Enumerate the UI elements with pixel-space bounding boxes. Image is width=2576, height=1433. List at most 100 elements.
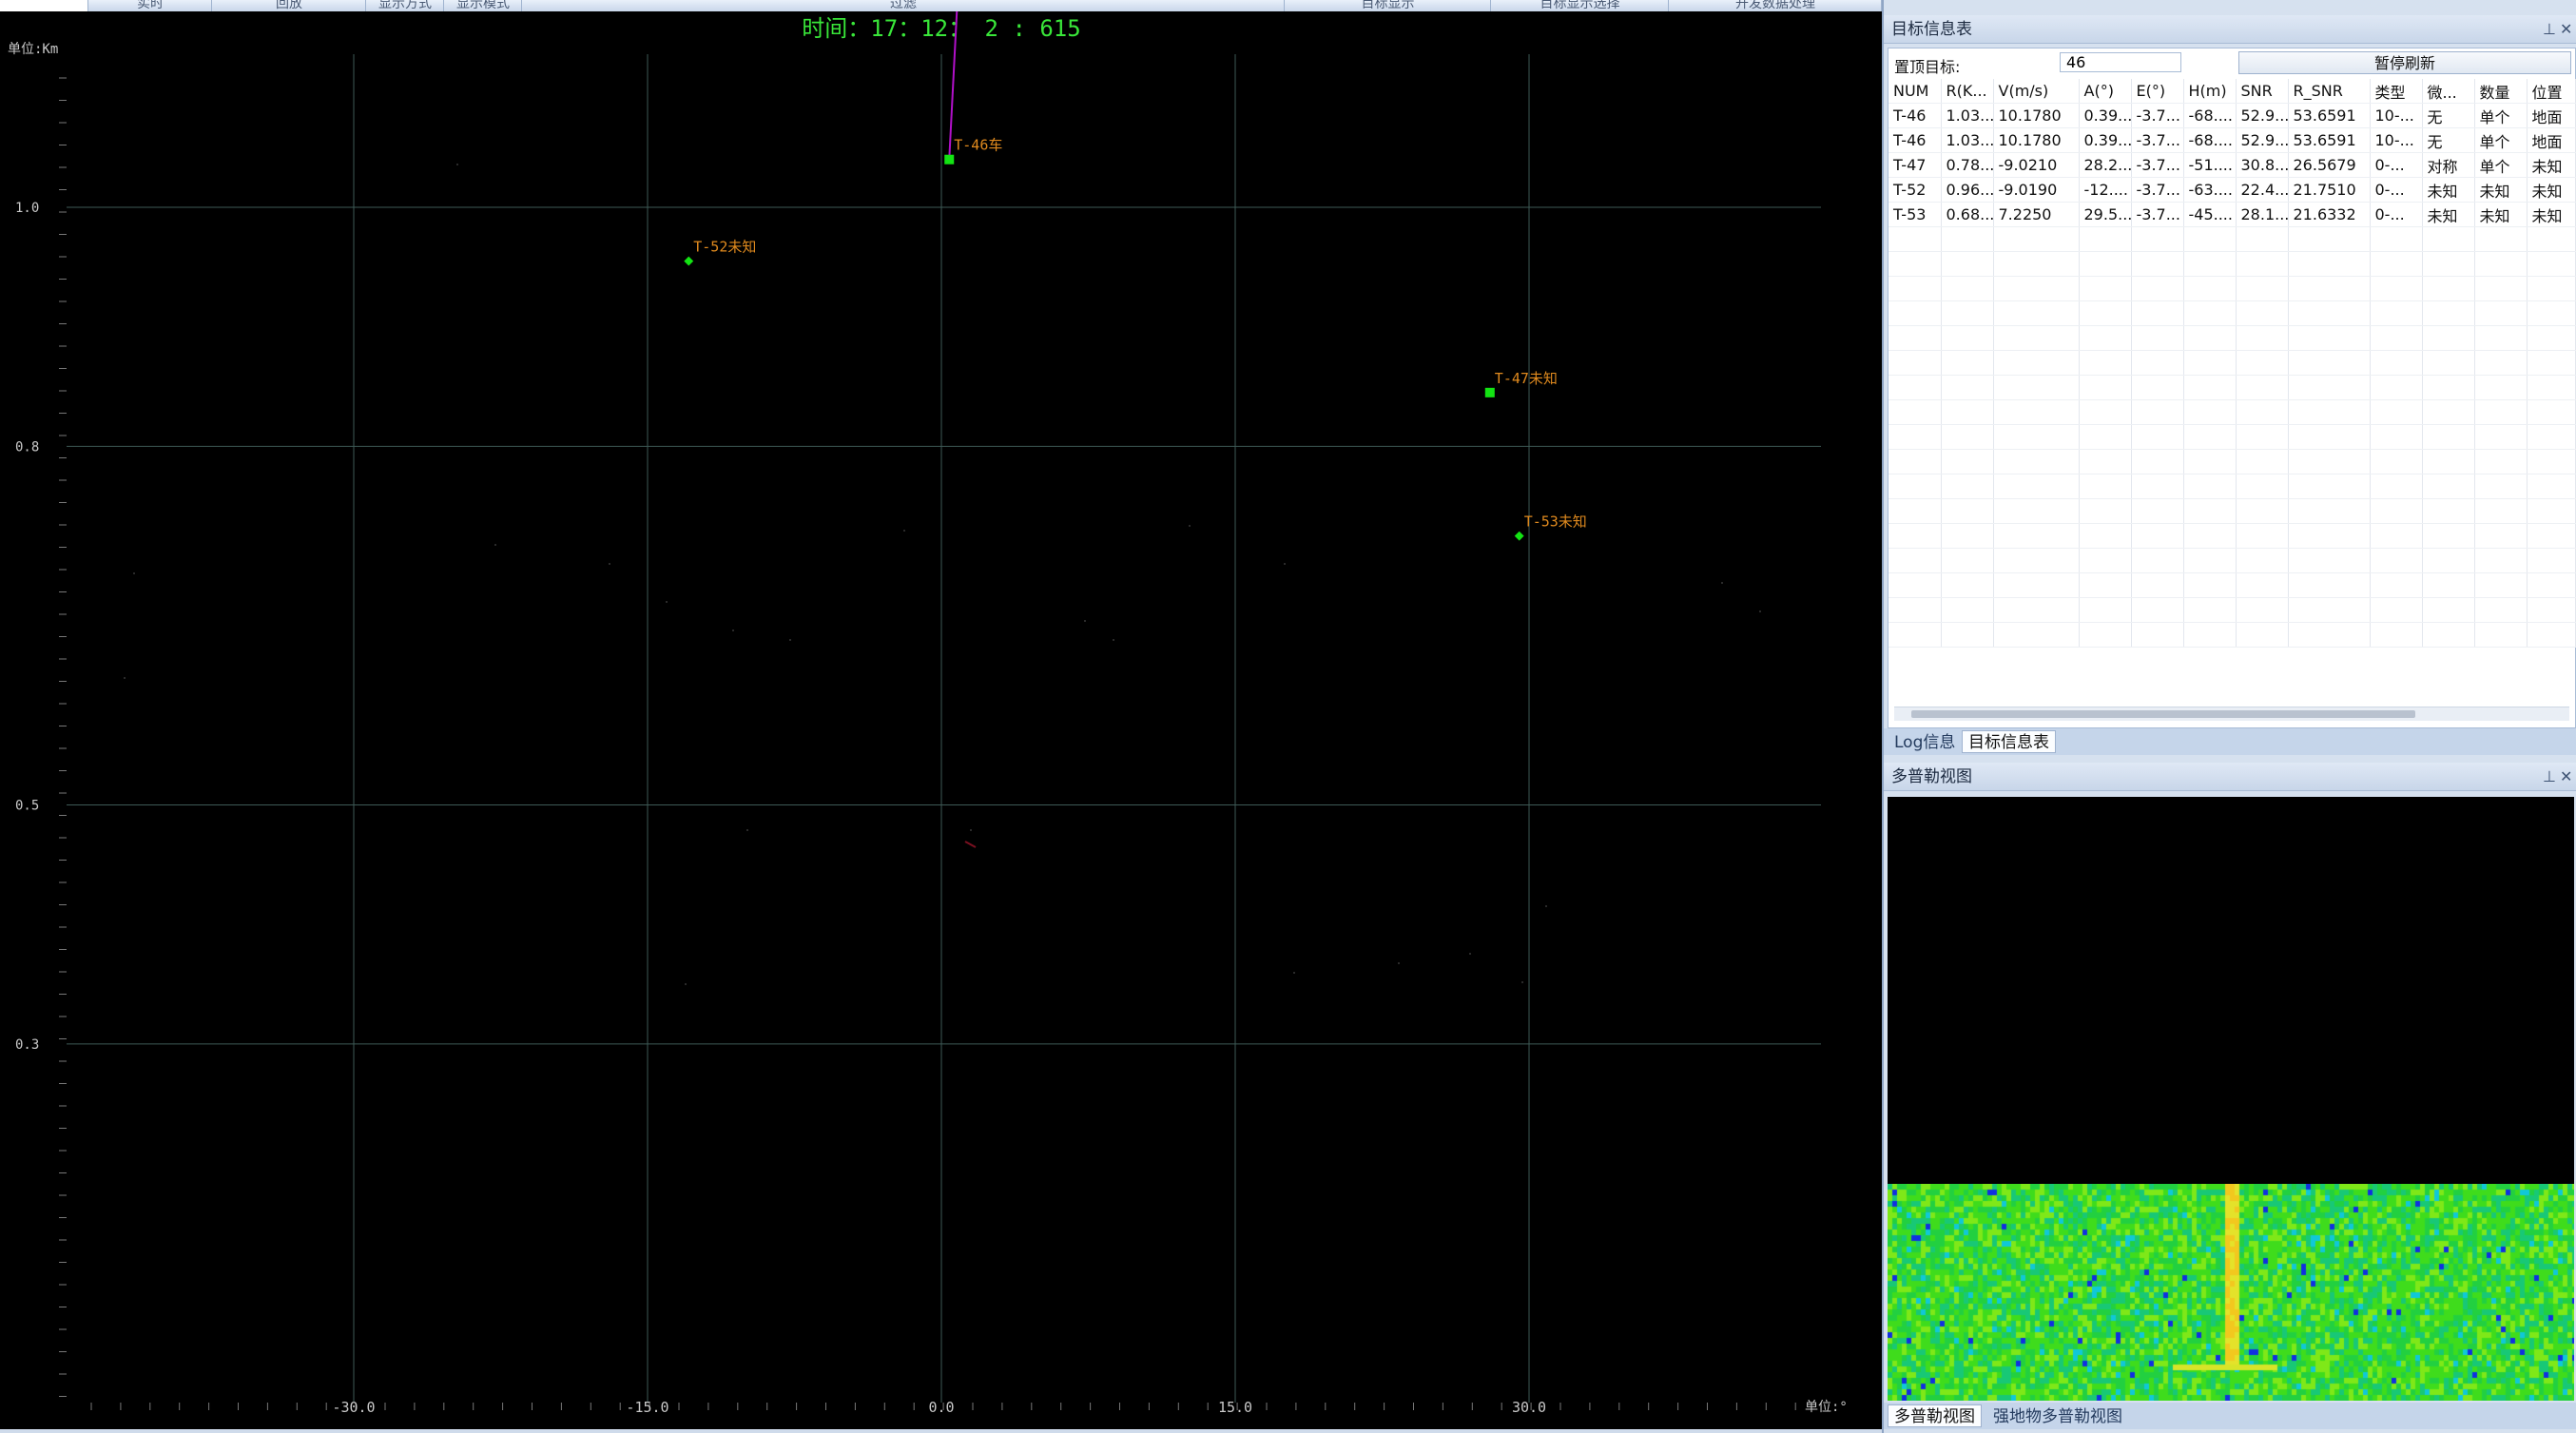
pin-icon[interactable]: ⊥ — [2543, 15, 2556, 44]
table-cell-empty — [2131, 622, 2184, 648]
table-cell-empty — [1941, 498, 1994, 524]
radar-target[interactable]: T-53未知 — [1514, 513, 1587, 541]
pin-target-input[interactable] — [2060, 52, 2181, 72]
table-row[interactable]: T-46 1.03... 10.1780 0.39... -3.7... -68.... 5… — [1888, 103, 2576, 128]
table-cell-empty — [2288, 251, 2371, 277]
table-cell-empty — [2422, 548, 2475, 573]
table-row[interactable]: T-53 0.68... 7.2250 29.5... -3.7... -45.... 28… — [1888, 202, 2576, 227]
table-cell-empty — [2370, 375, 2423, 400]
target-marker-diamond[interactable] — [1514, 531, 1524, 541]
table-cell-empty — [1993, 251, 2080, 277]
table-cell-empty — [2288, 424, 2371, 450]
table-row-empty — [1888, 251, 2576, 277]
target-marker-square[interactable] — [944, 154, 955, 165]
toolbar-button-target-display-select[interactable]: 目标显示选择 — [1492, 0, 1669, 11]
table-cell-empty — [2236, 622, 2289, 648]
table-cell-empty — [1888, 523, 1942, 549]
target-marker-square[interactable] — [1484, 387, 1495, 397]
table-cell-empty — [2079, 251, 2132, 277]
table-cell: 单个 — [2474, 103, 2528, 128]
column-header[interactable]: E(°) — [2131, 79, 2184, 104]
toolbar-button-0[interactable] — [0, 0, 88, 11]
toolbar-button-filter[interactable]: 过滤 — [523, 0, 1285, 11]
column-header[interactable]: A(°) — [2079, 79, 2132, 104]
table-cell-empty — [2474, 399, 2528, 425]
table-cell-empty — [1888, 449, 1942, 474]
table-cell: 53.6591 — [2288, 103, 2371, 128]
radar-noise-speck — [1521, 981, 1523, 983]
table-cell-empty — [2370, 276, 2423, 301]
column-header[interactable]: 数量 — [2474, 79, 2528, 104]
table-cell-empty — [2288, 597, 2371, 623]
column-header[interactable]: R(K... — [1941, 79, 1994, 104]
tab-strong-clutter-doppler[interactable]: 强地物多普勒视图 — [1986, 1404, 2129, 1427]
column-header[interactable]: 微... — [2422, 79, 2475, 104]
pin-icon[interactable]: ⊥ — [2543, 763, 2556, 791]
table-cell-empty — [2236, 424, 2289, 450]
table-cell-empty — [2131, 548, 2184, 573]
table-cell-empty — [1888, 424, 1942, 450]
table-cell-empty — [1941, 375, 1994, 400]
tab-log-info[interactable]: Log信息 — [1888, 730, 1962, 753]
toolbar-button-target-display[interactable]: 目标显示 — [1286, 0, 1491, 11]
table-cell-empty — [2079, 375, 2132, 400]
close-icon[interactable]: ✕ — [2560, 763, 2572, 791]
pause-refresh-button[interactable]: 暂停刷新 — [2238, 51, 2571, 74]
radar-target[interactable]: T-47未知 — [1484, 370, 1558, 397]
table-cell: 52.9... — [2236, 103, 2289, 128]
table-cell-empty — [2474, 375, 2528, 400]
table-row[interactable]: T-46 1.03... 10.1780 0.39... -3.7... -68.... 5… — [1888, 127, 2576, 153]
scrollbar-thumb[interactable] — [1911, 710, 2415, 718]
table-cell-empty — [1888, 251, 1942, 277]
toolbar-button-display-mode[interactable]: 显示模式 — [445, 0, 522, 11]
radar-view[interactable]: 时间：17：12： 2 : 615 单位:Km 单位:° 1.31.00.80.… — [0, 11, 1882, 1429]
radar-noise-speck — [732, 629, 734, 631]
table-cell-empty — [2236, 325, 2289, 351]
table-cell-empty — [1941, 276, 1994, 301]
table-cell: 21.6332 — [2288, 202, 2371, 227]
table-cell-empty — [2079, 548, 2132, 573]
table-row-empty — [1888, 548, 2576, 573]
radar-target[interactable]: T-46车 — [944, 137, 1002, 165]
table-cell-empty — [2183, 449, 2237, 474]
table-cell-empty — [2422, 424, 2475, 450]
radar-noise-speck — [1398, 962, 1400, 964]
toolbar-button-playback[interactable]: 回放 — [213, 0, 366, 11]
table-cell: 52.9... — [2236, 127, 2289, 153]
toolbar-button-realtime[interactable]: 实时 — [89, 0, 212, 11]
column-header[interactable]: V(m/s) — [1993, 79, 2080, 104]
tab-doppler-view[interactable]: 多普勒视图 — [1888, 1404, 1982, 1427]
table-cell-empty — [2527, 572, 2576, 598]
toolbar-button-dev-data[interactable]: 开发数据处理 — [1670, 0, 1882, 11]
table-row-empty — [1888, 572, 2576, 598]
column-header[interactable]: R_SNR — [2288, 79, 2371, 104]
horizontal-scrollbar[interactable] — [1894, 707, 2569, 721]
table-cell-empty — [2079, 597, 2132, 623]
table-row[interactable]: T-47 0.78... -9.0210 28.2... -3.7... -51.... 3… — [1888, 152, 2576, 178]
column-header[interactable]: H(m) — [2183, 79, 2237, 104]
table-cell: 1.03... — [1941, 103, 1994, 128]
table-row[interactable]: T-52 0.96... -9.0190 -12.... -3.7... -63.... 2… — [1888, 177, 2576, 203]
radar-noise-speck — [746, 829, 748, 831]
table-cell-empty — [1941, 251, 1994, 277]
table-row-empty — [1888, 622, 2576, 648]
column-header[interactable]: SNR — [2236, 79, 2289, 104]
radar-noise-speck — [1721, 582, 1723, 584]
table-cell-empty — [1941, 226, 1994, 252]
table-cell-empty — [2183, 399, 2237, 425]
table-cell-empty — [2474, 474, 2528, 499]
column-header[interactable]: 类型 — [2370, 79, 2423, 104]
column-header[interactable]: 位置 — [2527, 79, 2576, 104]
table-cell: -3.7... — [2131, 127, 2184, 153]
tab-target-info[interactable]: 目标信息表 — [1962, 730, 2056, 753]
radar-target[interactable]: T-52未知 — [684, 239, 756, 266]
radar-noise-speck — [1284, 563, 1286, 565]
table-cell: 21.7510 — [2288, 177, 2371, 203]
table-cell-empty — [1993, 474, 2080, 499]
column-header[interactable]: NUM — [1888, 79, 1942, 104]
pin-target-label: 置顶目标: — [1894, 58, 1961, 76]
table-cell-empty — [2131, 350, 2184, 376]
target-marker-diamond[interactable] — [684, 256, 694, 266]
toolbar-button-display-method[interactable]: 显示方式 — [367, 0, 444, 11]
close-icon[interactable]: ✕ — [2560, 15, 2572, 44]
